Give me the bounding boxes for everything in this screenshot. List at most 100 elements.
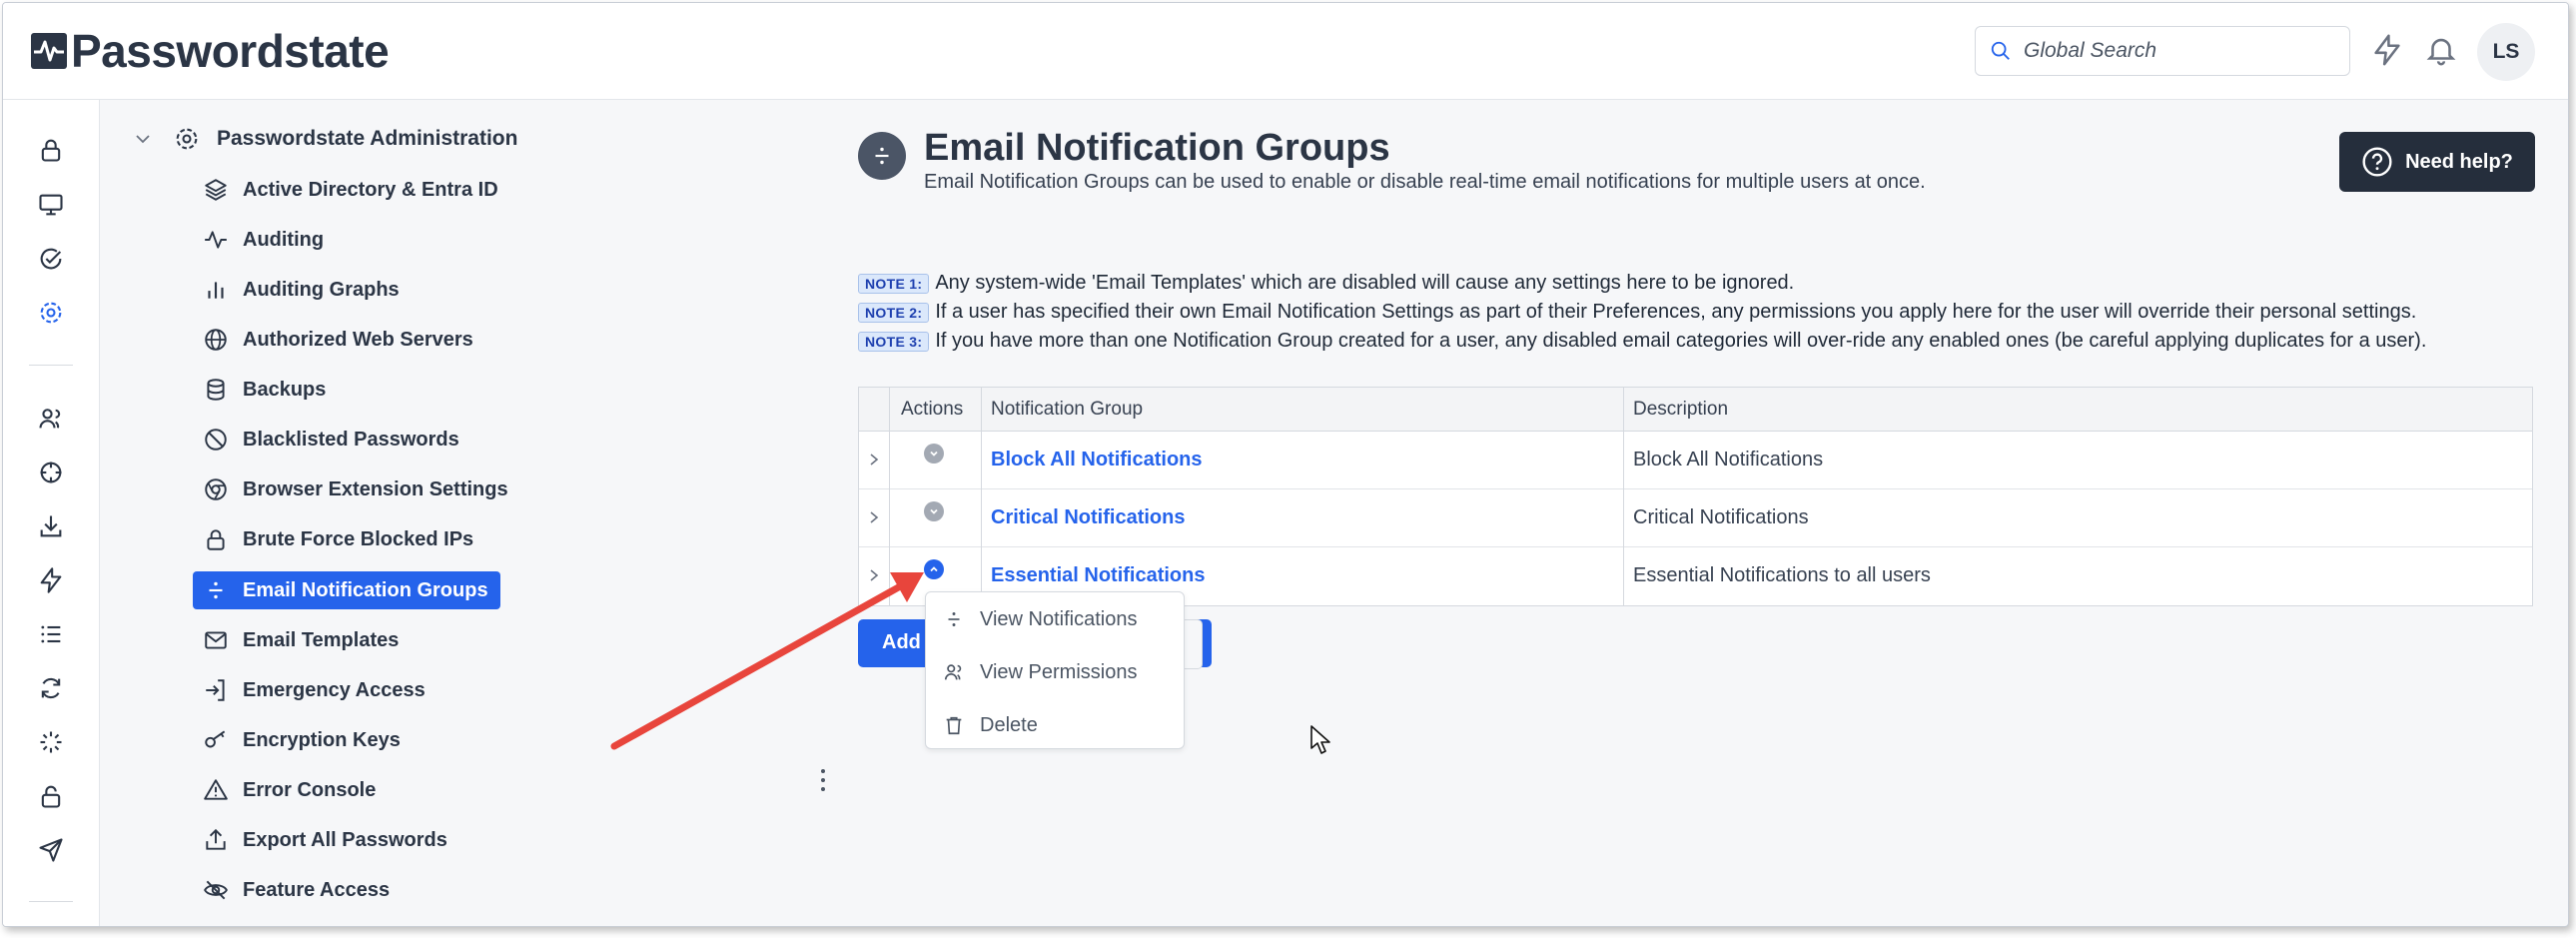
nav-item-label: Backups <box>243 378 327 401</box>
sign-in-icon <box>203 677 229 703</box>
note-2: NOTE 2: If a user has specified their ow… <box>858 301 2416 324</box>
need-help-label: Need help? <box>2405 150 2513 173</box>
chevron-down-icon <box>930 508 938 514</box>
chevron-right-icon[interactable] <box>867 509 881 525</box>
nav-item-export-all-passwords[interactable]: Export All Passwords <box>193 821 459 859</box>
row-actions-button[interactable] <box>924 444 944 464</box>
lightning-icon[interactable] <box>37 566 65 594</box>
rail-divider <box>29 901 73 902</box>
nav-item-auditing-graphs[interactable]: Auditing Graphs <box>193 271 412 309</box>
sync-icon[interactable] <box>37 674 65 702</box>
chrome-icon <box>203 476 229 502</box>
nav-item-emergency-access[interactable]: Emergency Access <box>193 671 437 709</box>
page-title-icon <box>858 132 906 180</box>
column-header-description[interactable]: Description <box>1633 388 1728 431</box>
note-text: Any system-wide 'Email Templates' which … <box>935 272 1795 294</box>
nav-item-label: Email Notification Groups <box>243 578 488 601</box>
chevron-right-icon[interactable] <box>867 452 881 468</box>
lock-icon[interactable] <box>37 136 65 164</box>
nav-item-backups[interactable]: Backups <box>193 371 338 409</box>
menu-item-delete[interactable]: Delete <box>942 713 1038 737</box>
global-search[interactable] <box>1975 26 2350 76</box>
nav-item-error-console[interactable]: Error Console <box>193 771 388 809</box>
nav-item-label: Auditing Graphs <box>243 278 400 301</box>
nav-item-brute-force-blocked-ips[interactable]: Brute Force Blocked IPs <box>193 520 485 558</box>
nav-item-label: Auditing <box>243 228 325 251</box>
app-name: Passwordstate <box>71 25 390 77</box>
upload-icon <box>203 827 229 853</box>
chevron-down-icon <box>930 451 938 457</box>
top-header: Passwordstate LS <box>3 3 2568 100</box>
menu-item-view-notifications[interactable]: View Notifications <box>942 607 1137 631</box>
user-avatar[interactable]: LS <box>2477 23 2535 81</box>
note-tag: NOTE 2: <box>858 302 930 323</box>
nav-item-label: Error Console <box>243 778 377 801</box>
table-row: Critical Notifications Critical Notifica… <box>859 489 2532 547</box>
notification-groups-table: Actions Notification Group Description B… <box>858 387 2533 606</box>
nav-item-label: Active Directory & Entra ID <box>243 178 498 201</box>
description-cell: Critical Notifications <box>1633 506 1809 528</box>
rail-divider <box>29 365 73 366</box>
menu-item-view-permissions[interactable]: View Permissions <box>942 660 1137 684</box>
row-actions-menu: View Notifications View Permissions Dele… <box>925 591 1185 749</box>
nav-item-label: Emergency Access <box>243 678 426 701</box>
nav-item-active-directory[interactable]: Active Directory & Entra ID <box>193 171 510 209</box>
notification-group-link[interactable]: Essential Notifications <box>991 564 1206 587</box>
nav-item-blacklisted-passwords[interactable]: Blacklisted Passwords <box>193 421 471 459</box>
note-text: If a user has specified their own Email … <box>935 301 2417 323</box>
unlock-icon[interactable] <box>37 782 65 810</box>
users-icon[interactable] <box>37 405 65 433</box>
divide-icon <box>203 577 229 603</box>
send-icon[interactable] <box>37 836 65 864</box>
nav-item-authorized-web-servers[interactable]: Authorized Web Servers <box>193 321 485 359</box>
notification-group-link[interactable]: Critical Notifications <box>991 506 1185 529</box>
nav-item-label: Brute Force Blocked IPs <box>243 527 474 550</box>
database-icon <box>203 377 229 403</box>
activity-icon <box>203 227 229 253</box>
nav-item-email-templates[interactable]: Email Templates <box>193 621 411 659</box>
help-icon <box>2362 147 2392 177</box>
lock-icon <box>203 526 229 552</box>
note-text: If you have more than one Notification G… <box>935 330 2427 352</box>
notification-group-link[interactable]: Block All Notifications <box>991 449 1203 471</box>
search-icon <box>1991 41 2010 60</box>
nav-item-email-notification-groups[interactable]: Email Notification Groups <box>193 571 500 609</box>
chevron-down-icon[interactable] <box>133 129 153 149</box>
lightning-icon[interactable] <box>2370 33 2404 67</box>
gear-icon[interactable] <box>37 299 65 327</box>
logo-pulse-icon <box>31 33 67 69</box>
description-cell: Block All Notifications <box>1633 449 1824 470</box>
layers-icon <box>203 177 229 203</box>
app-window: Passwordstate LS Passwordstate Administr… <box>2 2 2569 927</box>
need-help-button[interactable]: Need help? <box>2339 132 2535 192</box>
row-actions-button[interactable] <box>924 501 944 521</box>
crosshair-icon[interactable] <box>37 459 65 486</box>
bar-chart-icon <box>203 277 229 303</box>
warning-icon <box>203 777 229 803</box>
search-input[interactable] <box>2022 38 2325 64</box>
monitor-icon[interactable] <box>37 191 65 219</box>
icon-rail <box>3 100 100 926</box>
column-header-actions[interactable]: Actions <box>901 388 963 431</box>
eye-off-icon <box>203 877 229 903</box>
download-icon[interactable] <box>37 512 65 540</box>
tree-root-admin[interactable]: Passwordstate Administration <box>133 125 517 153</box>
nav-item-feature-access[interactable]: Feature Access <box>193 871 402 909</box>
nav-item-browser-extension-settings[interactable]: Browser Extension Settings <box>193 470 520 508</box>
panel-resize-handle-icon[interactable] <box>819 767 827 793</box>
add-button-edge <box>1182 619 1203 669</box>
mouse-cursor-icon <box>1310 725 1330 754</box>
column-header-notification-group[interactable]: Notification Group <box>991 388 1143 431</box>
app-logo[interactable]: Passwordstate <box>31 25 390 77</box>
bell-icon[interactable] <box>2424 33 2458 67</box>
list-icon[interactable] <box>37 620 65 648</box>
nav-item-encryption-keys[interactable]: Encryption Keys <box>193 721 413 759</box>
check-circle-icon[interactable] <box>37 245 65 273</box>
nav-item-auditing[interactable]: Auditing <box>193 221 336 259</box>
page-title: Email Notification Groups <box>924 127 1390 169</box>
annotation-arrow <box>610 572 924 750</box>
page-subtitle: Email Notification Groups can be used to… <box>924 171 1926 193</box>
note-tag: NOTE 3: <box>858 331 930 352</box>
loader-icon[interactable] <box>37 728 65 756</box>
nav-item-label: Feature Access <box>243 878 391 901</box>
